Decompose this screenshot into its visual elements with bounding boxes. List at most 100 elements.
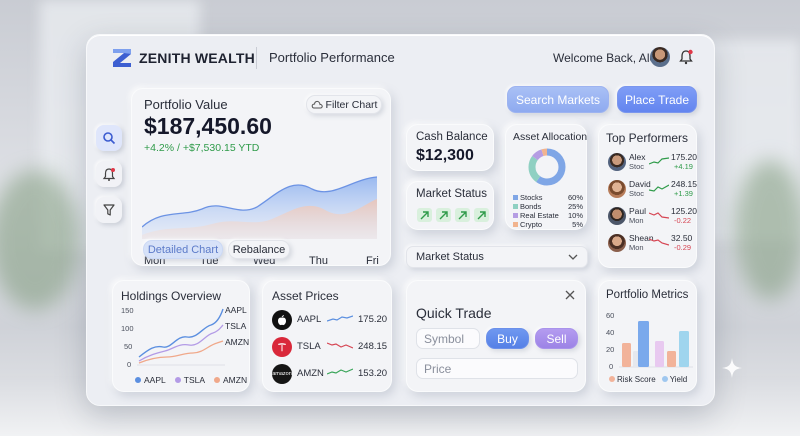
metrics-legend-item: Yield <box>661 375 687 384</box>
header-divider <box>256 47 257 69</box>
performer-price: 125.20 <box>671 206 697 216</box>
performer-name: Paul <box>629 206 647 216</box>
performer-avatar <box>608 153 626 171</box>
holdings-ytick: 150 <box>121 306 134 315</box>
holdings-line-chart <box>137 308 225 366</box>
page-title: Portfolio Performance <box>269 50 395 65</box>
up-arrow-icon <box>474 208 489 222</box>
tesla-logo-icon <box>272 337 292 357</box>
day-label-thu: Thu <box>309 255 328 267</box>
amazon-logo-icon: amazon <box>272 364 292 384</box>
holdings-ytick: 50 <box>124 342 133 351</box>
performer-change: +4.19 <box>674 162 693 171</box>
portfolio-metrics-title: Portfolio Metrics <box>606 289 689 301</box>
dashboard-panel: ZENITH WEALTH Portfolio Performance Welc… <box>86 34 715 406</box>
up-arrow-icon <box>436 208 451 222</box>
market-status-dropdown[interactable]: Market Status <box>406 246 588 268</box>
notification-bell-icon[interactable] <box>679 49 693 65</box>
cash-balance-value: $12,300 <box>416 147 474 164</box>
performer-price: 175.20 <box>671 152 697 162</box>
asset-price: 175.20 <box>358 314 388 325</box>
holdings-legend-item: AAPL <box>135 375 166 385</box>
metrics-ytick: 0 <box>609 362 614 371</box>
holdings-legend-item: TSLA <box>174 375 205 385</box>
portfolio-metrics-card: Portfolio Metrics 60 40 20 0 Risk Score … <box>598 280 697 392</box>
quick-trade-title: Quick Trade <box>416 305 492 321</box>
search-markets-button[interactable]: Search Markets <box>507 86 609 113</box>
allocation-legend-item: Real Estate 10% <box>513 211 583 220</box>
holdings-series-label: TSLA <box>225 321 247 331</box>
performer-sparkline <box>649 184 669 192</box>
filter-chart-button[interactable]: Filter Chart <box>306 95 382 114</box>
performer-avatar <box>608 180 626 198</box>
asset-price: 153.20 <box>358 368 388 379</box>
up-arrow-icon <box>417 208 432 222</box>
chevron-down-icon <box>568 254 578 260</box>
quick-trade-card: Quick Trade Symbol Buy Sell Price <box>406 280 586 392</box>
performer-change: -0.29 <box>674 243 692 252</box>
zenith-logo-icon <box>113 49 131 67</box>
asset-symbol: AMZN <box>297 368 324 379</box>
holdings-legend-item: AMZN <box>214 375 247 385</box>
detailed-chart-button[interactable]: Detailed Chart <box>143 240 223 259</box>
asset-symbol: TSLA <box>297 341 321 352</box>
asset-sparkline <box>327 342 353 349</box>
allocation-donut-chart <box>528 148 566 186</box>
performer-sub: Mon <box>629 216 644 225</box>
performer-sub: Mon <box>629 243 644 252</box>
performer-avatar <box>608 234 626 252</box>
bell-icon <box>102 167 116 181</box>
price-input[interactable]: Price <box>416 358 578 379</box>
market-status-dropdown-label: Market Status <box>416 251 484 263</box>
welcome-text: Welcome Back, Alex <box>553 51 663 65</box>
sell-button[interactable]: Sell <box>535 328 578 349</box>
asset-sparkline <box>327 368 353 375</box>
holdings-ytick: 0 <box>127 360 132 369</box>
rebalance-button[interactable]: Rebalance <box>228 240 290 259</box>
buy-button[interactable]: Buy <box>486 328 529 349</box>
symbol-input[interactable]: Symbol <box>416 328 480 349</box>
metrics-legend-item: Risk Score <box>609 375 656 384</box>
performer-sparkline <box>649 238 669 246</box>
yield-bar <box>638 321 649 367</box>
place-trade-button[interactable]: Place Trade <box>617 86 697 113</box>
cash-balance-title: Cash Balance <box>416 131 488 143</box>
asset-prices-card: Asset Prices AAPL 175.20 TSLA 248.15 ama… <box>262 280 392 392</box>
allocation-legend-item: Stocks 60% <box>513 193 583 202</box>
up-arrow-icon <box>455 208 470 222</box>
market-status-indicators <box>417 208 489 222</box>
asset-allocation-title: Asset Allocation <box>513 131 588 143</box>
metrics-legend: Risk Score Yield <box>609 375 687 384</box>
performer-change: +1.39 <box>674 189 693 198</box>
holdings-legend: AAPL TSLA AMZN <box>135 375 247 385</box>
performer-sparkline <box>649 212 669 219</box>
top-performers-card: Top Performers Alex Stoc 175.20 +4.19 Da… <box>598 124 697 268</box>
asset-prices-title: Asset Prices <box>272 289 339 303</box>
holdings-title: Holdings Overview <box>121 289 222 303</box>
performer-price: 248.15 <box>671 179 697 189</box>
metrics-ytick: 40 <box>606 328 615 337</box>
holdings-overview-card: Holdings Overview 150 100 50 0 AAPL TSLA… <box>112 280 250 392</box>
market-status-card: Market Status <box>406 181 494 230</box>
performer-name: Alex <box>629 152 646 162</box>
holdings-series-label: AAPL <box>225 305 247 315</box>
metrics-ytick: 20 <box>606 345 615 354</box>
search-side-button[interactable] <box>96 125 122 151</box>
user-avatar[interactable] <box>650 47 670 67</box>
holdings-series-label: AMZN <box>225 337 250 347</box>
performer-sub: Stoc <box>629 189 645 198</box>
performer-sparkline <box>649 157 669 165</box>
asset-allocation-card: Asset Allocation Stocks 60% Bonds 25% Real… <box>505 124 587 230</box>
search-icon <box>103 132 116 145</box>
market-status-title: Market Status <box>416 188 487 200</box>
risk-score-bar <box>667 351 676 367</box>
alerts-side-button[interactable] <box>96 161 122 187</box>
close-icon[interactable] <box>565 290 575 300</box>
metrics-bar-chart <box>619 321 693 368</box>
allocation-legend-item: Crypto 5% <box>513 220 583 229</box>
yield-bar <box>679 331 689 367</box>
filter-side-button[interactable] <box>96 197 122 223</box>
filter-icon <box>103 204 115 216</box>
allocation-legend-item: Bonds 25% <box>513 202 583 211</box>
performer-price: 32.50 <box>671 233 693 243</box>
